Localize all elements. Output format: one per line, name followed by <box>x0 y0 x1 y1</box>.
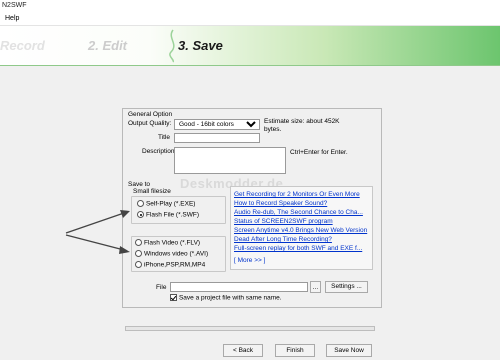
title-input[interactable] <box>174 133 260 143</box>
window-title: N2SWF <box>2 2 27 9</box>
progress-bar <box>125 326 375 331</box>
step-save: 3. Save <box>178 38 223 53</box>
settings-button[interactable]: Settings ... <box>325 281 368 293</box>
more-link[interactable]: [ More >> ] <box>234 257 265 264</box>
file-path-input[interactable] <box>170 282 308 292</box>
output-quality-label: Output Quality: <box>128 120 172 127</box>
news-link[interactable]: Full-screen replay for both SWF and EXE … <box>234 245 362 252</box>
radio-mobile-formats-label: iPhone,PSP,RM,MP4 <box>143 261 206 269</box>
step-edit: 2. Edit <box>88 38 128 53</box>
news-link[interactable]: Dead After Long Time Recording? <box>234 236 332 243</box>
save-now-button[interactable]: Save Now <box>326 344 372 357</box>
radio-mobile-formats[interactable]: iPhone,PSP,RM,MP4 <box>135 261 205 268</box>
save-project-checkbox-row[interactable]: Save a project file with same name. <box>170 294 282 301</box>
radio-flash-file[interactable]: Flash File (*.SWF) <box>137 211 199 218</box>
menu-item-help[interactable]: Help <box>5 15 19 22</box>
menu-bar: Help <box>0 12 500 26</box>
radio-self-play[interactable]: Self-Play (*.EXE) <box>137 200 195 207</box>
radio-windows-video[interactable]: Windows video (*.AVI) <box>135 250 208 257</box>
news-link[interactable]: How to Record Speaker Sound? <box>234 200 327 207</box>
radio-self-play-label: Self-Play (*.EXE) <box>145 200 196 208</box>
step-banner <box>0 26 500 66</box>
description-hint: Ctrl+Enter for Enter. <box>290 149 348 156</box>
radio-flash-file-label: Flash File (*.SWF) <box>145 211 200 219</box>
save-project-checkbox[interactable] <box>170 294 177 301</box>
news-link[interactable]: Screen Anytime v4.0 Brings New Web Versi… <box>234 227 367 234</box>
news-links-list: Get Recording for 2 Monitors Or Even Mor… <box>234 190 367 265</box>
annotation-arrows <box>65 210 130 254</box>
output-quality-select[interactable]: Good - 16bit colors <box>174 119 260 130</box>
news-link[interactable]: Audio Re-dub, The Second Chance to Cha..… <box>234 209 363 216</box>
title-bar: N2SWF <box>0 0 500 12</box>
news-link[interactable]: Get Recording for 2 Monitors Or Even Mor… <box>234 191 360 198</box>
radio-flash-video-button[interactable] <box>135 239 142 246</box>
back-button[interactable]: < Back <box>223 344 263 357</box>
general-option-heading: General Option <box>128 111 173 118</box>
estimate-size-text: Estimate size: about 452K bytes. <box>264 118 340 133</box>
step-record: Record <box>0 38 45 53</box>
browse-button[interactable]: ... <box>310 281 321 293</box>
title-label: Title <box>158 134 171 141</box>
description-input[interactable] <box>174 147 286 174</box>
radio-windows-video-button[interactable] <box>135 250 142 257</box>
radio-windows-video-label: Windows video (*.AVI) <box>143 250 209 258</box>
news-link[interactable]: Status of SCREEN2SWF program <box>234 218 333 225</box>
radio-self-play-button[interactable] <box>137 200 144 207</box>
radio-flash-video-label: Flash Video (*.FLV) <box>143 239 201 247</box>
file-label: File <box>156 284 167 291</box>
finish-button[interactable]: Finish <box>275 344 315 357</box>
description-label: Description <box>142 148 175 155</box>
radio-flash-video[interactable]: Flash Video (*.FLV) <box>135 239 200 246</box>
save-project-label: Save a project file with same name. <box>178 294 282 302</box>
radio-mobile-formats-button[interactable] <box>135 261 142 268</box>
radio-flash-file-button[interactable] <box>137 211 144 218</box>
save-to-heading: Save to <box>128 181 151 188</box>
small-filesize-label: Small filesize <box>133 188 171 195</box>
